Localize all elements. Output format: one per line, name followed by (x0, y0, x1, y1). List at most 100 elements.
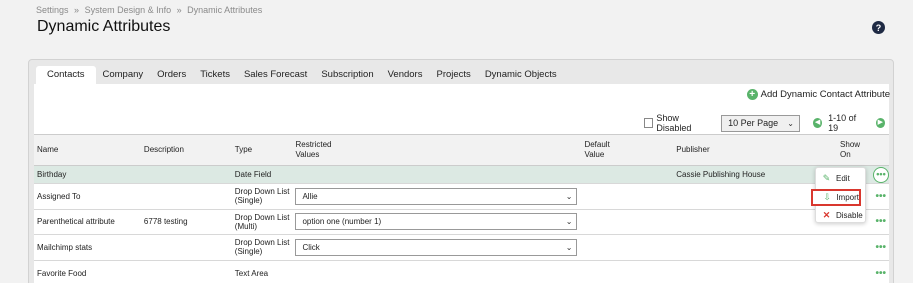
row-description (140, 165, 232, 184)
column-restricted-line1: Restricted (295, 140, 332, 149)
row-default (581, 183, 674, 210)
menu-item-edit[interactable]: ✎ Edit (821, 171, 864, 185)
row-name: Favorite Food (34, 260, 141, 283)
column-default-line2: Value (584, 150, 605, 159)
row-actions: ••• (837, 260, 889, 283)
chevron-down-icon: ⌄ (565, 191, 573, 201)
row-type-line2: (Single) (234, 247, 263, 257)
attributes-table: Name Description Type Restricted Values D… (34, 134, 889, 283)
row-type-line2: (Multi) (234, 221, 257, 231)
restricted-value: Click (302, 242, 320, 252)
row-default (581, 234, 674, 261)
pencil-icon: ✎ (822, 172, 831, 183)
row-publisher (673, 234, 838, 261)
tab-subscription[interactable]: Subscription (314, 66, 380, 84)
more-actions-icon[interactable]: ••• (873, 166, 889, 183)
row-description (140, 183, 232, 210)
row-restricted: Click ⌄ (292, 234, 582, 261)
table-row[interactable]: Assigned To Drop Down List (Single) Allie… (34, 183, 889, 210)
menu-item-disable[interactable]: ✕ Disable (821, 208, 864, 222)
table-row[interactable]: Birthday Date Field Cassie Publishing Ho… (34, 165, 889, 184)
menu-item-import[interactable]: ⇩ Import (811, 189, 861, 206)
attributes-panel: Contacts Company Orders Tickets Sales Fo… (28, 59, 894, 283)
tab-vendors[interactable]: Vendors (381, 66, 430, 84)
column-restricted-values[interactable]: Restricted Values (292, 134, 582, 166)
table-row[interactable]: Favorite Food Text Area ••• (34, 260, 889, 283)
row-type-line1: Drop Down List (234, 187, 290, 197)
tab-tickets[interactable]: Tickets (193, 66, 237, 84)
restricted-values-select[interactable]: Click ⌄ (295, 238, 578, 256)
column-default-line1: Default (584, 140, 610, 149)
row-restricted: option one (number 1) ⌄ (292, 209, 582, 236)
per-page-value: 10 Per Page (728, 118, 779, 128)
row-restricted (292, 165, 582, 184)
column-default-value[interactable]: Default Value (581, 134, 674, 166)
restricted-values-select[interactable]: Allie ⌄ (295, 187, 578, 205)
tab-dynamic-objects[interactable]: Dynamic Objects (478, 66, 564, 84)
next-page-icon[interactable]: ▶ (875, 118, 885, 128)
tab-orders[interactable]: Orders (150, 66, 193, 84)
restricted-value: Allie (302, 191, 318, 201)
column-restricted-line2: Values (295, 150, 320, 159)
tab-contacts[interactable]: Contacts (36, 66, 96, 84)
table-row[interactable]: Parenthetical attribute 6778 testing Dro… (34, 209, 889, 236)
more-actions-icon[interactable]: ••• (875, 242, 886, 253)
restricted-values-select[interactable]: option one (number 1) ⌄ (295, 213, 578, 231)
column-publisher[interactable]: Publisher (673, 134, 838, 166)
row-type-line1: Drop Down List (234, 212, 290, 222)
more-actions-icon[interactable]: ••• (875, 191, 886, 202)
menu-item-import-label: Import (836, 193, 859, 202)
breadcrumb-system-design[interactable]: System Design & Info (85, 5, 172, 15)
row-default (581, 165, 674, 184)
row-publisher (673, 260, 838, 283)
tab-projects[interactable]: Projects (429, 66, 477, 84)
tab-bar: Contacts Company Orders Tickets Sales Fo… (36, 66, 564, 84)
breadcrumb-separator: » (74, 5, 80, 15)
previous-page-icon[interactable]: ◀ (812, 118, 823, 128)
table-row[interactable]: Mailchimp stats Drop Down List (Single) C… (34, 234, 889, 261)
help-icon[interactable]: ? (872, 21, 885, 34)
row-type: Drop Down List (Multi) (231, 209, 293, 236)
column-name[interactable]: Name (34, 134, 141, 166)
row-description (140, 260, 232, 283)
column-show-on[interactable]: Show On (837, 134, 889, 166)
row-description (140, 234, 232, 261)
row-actions: ••• (837, 234, 889, 261)
column-type[interactable]: Type (231, 134, 293, 166)
breadcrumb-separator: » (176, 5, 182, 15)
chevron-down-icon: ⌄ (787, 118, 794, 128)
row-name: Birthday (34, 165, 141, 184)
breadcrumb: Settings » System Design & Info » Dynami… (36, 5, 265, 15)
table-header: Name Description Type Restricted Values D… (34, 134, 889, 166)
close-icon: ✕ (822, 209, 831, 220)
row-restricted (292, 260, 582, 283)
row-description: 6778 testing (140, 209, 232, 236)
chevron-down-icon: ⌄ (565, 242, 573, 252)
row-default (581, 260, 674, 283)
tab-content: + Add Dynamic Contact Attribute Show Dis… (34, 84, 890, 283)
column-show-line2: On (840, 150, 851, 159)
row-restricted: Allie ⌄ (292, 183, 582, 210)
show-disabled-checkbox[interactable] (644, 118, 654, 128)
chevron-down-icon: ⌄ (565, 217, 573, 227)
list-controls: Show Disabled 10 Per Page ⌄ ◀ 1-10 of 19… (644, 113, 889, 133)
import-icon: ⇩ (823, 192, 831, 202)
tab-company[interactable]: Company (96, 66, 151, 84)
more-actions-icon[interactable]: ••• (875, 216, 886, 227)
more-actions-icon[interactable]: ••• (875, 268, 886, 279)
row-type: Date Field (231, 165, 293, 184)
row-type: Drop Down List (Single) (231, 234, 293, 261)
breadcrumb-settings[interactable]: Settings (36, 5, 69, 15)
add-attribute-label: Add Dynamic Contact Attribute (760, 89, 890, 100)
pagination-count: 1-10 of 19 (828, 113, 857, 133)
row-name: Mailchimp stats (34, 234, 141, 261)
row-publisher: Cassie Publishing House (673, 165, 838, 184)
row-type: Text Area (231, 260, 293, 283)
plus-icon: + (746, 89, 758, 100)
page-title: Dynamic Attributes (37, 18, 171, 35)
column-description[interactable]: Description (140, 134, 232, 166)
add-attribute-button[interactable]: + Add Dynamic Contact Attribute (746, 89, 890, 100)
per-page-select[interactable]: 10 Per Page ⌄ (721, 114, 800, 132)
row-name: Assigned To (34, 183, 141, 210)
tab-sales-forecast[interactable]: Sales Forecast (237, 66, 314, 84)
